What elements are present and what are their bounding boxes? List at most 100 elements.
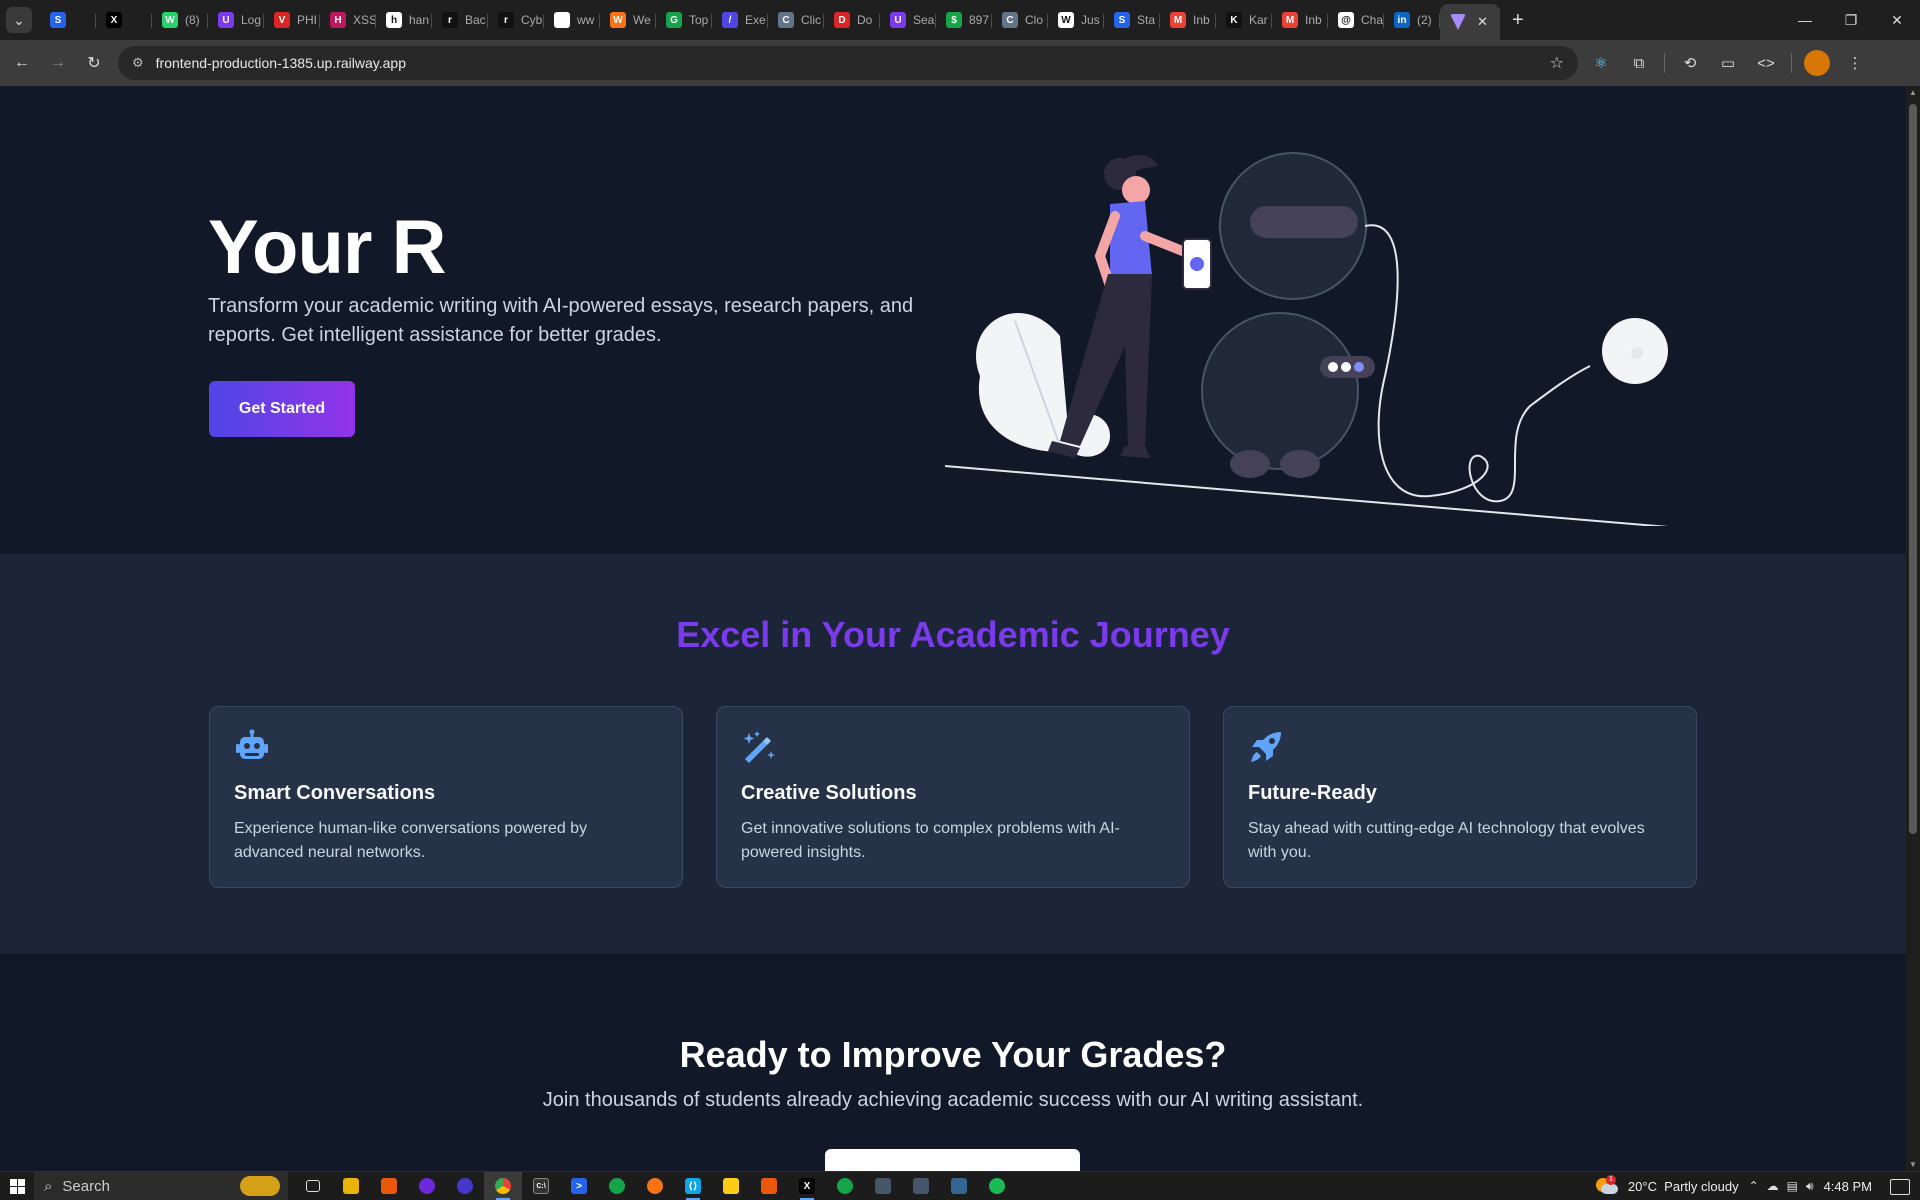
clock-time[interactable]: 4:48 PM <box>1824 1179 1872 1194</box>
reload-button[interactable]: ↻ <box>80 49 108 77</box>
powershell-icon[interactable]: > <box>560 1172 598 1200</box>
browser-tab[interactable]: r Bac <box>432 5 488 35</box>
tab-favicon-icon: r <box>442 12 458 28</box>
ssms-2-icon[interactable] <box>902 1172 940 1200</box>
magic-wand-icon <box>743 731 775 763</box>
weather-text[interactable]: 20°C Partly cloudy <box>1628 1179 1739 1194</box>
browser-tab[interactable]: W Jus <box>1048 5 1104 35</box>
browser-tab[interactable]: G Top <box>656 5 712 35</box>
notifications-icon[interactable] <box>1890 1178 1910 1195</box>
tab-favicon-icon: r <box>498 12 514 28</box>
browser-tab[interactable]: H XSS <box>320 5 376 35</box>
history-icon[interactable]: ⟲ <box>1677 50 1703 76</box>
network-icon[interactable]: ▤ <box>1787 1179 1798 1194</box>
browser-tab[interactable]: @ Cha <box>1328 5 1384 35</box>
hero-title: Your R <box>208 205 446 290</box>
tab-close-icon[interactable]: ✕ <box>1477 14 1488 30</box>
tab-search-button[interactable]: ⌄ <box>6 7 32 33</box>
app-db-icon[interactable] <box>826 1172 864 1200</box>
browser-tab[interactable]: W We <box>600 5 656 35</box>
windows-logo-icon <box>9 1178 25 1194</box>
browser-tab[interactable]: in (2) <box>1384 5 1440 35</box>
file-explorer-icon[interactable] <box>332 1172 370 1200</box>
forward-button[interactable]: → <box>44 49 72 77</box>
chrome-icon[interactable] <box>484 1171 522 1200</box>
hero-subtitle: Transform your academic writing with AI-… <box>208 295 914 346</box>
reading-mode-icon[interactable]: ▭ <box>1715 50 1741 76</box>
address-bar[interactable]: ⚙ frontend-production-1385.up.railway.ap… <box>118 46 1578 80</box>
app-green-icon[interactable] <box>598 1172 636 1200</box>
app-orange-icon[interactable] <box>370 1172 408 1200</box>
tab-title: Top <box>689 13 709 27</box>
github-desktop-icon[interactable] <box>408 1172 446 1200</box>
app-square-icon[interactable] <box>750 1172 788 1200</box>
browser-tab[interactable]: U Sea <box>880 5 936 35</box>
weather-icon[interactable]: 1 <box>1595 1174 1618 1196</box>
scrollbar-thumb[interactable] <box>1909 104 1917 834</box>
tab-title: Clic <box>801 13 821 27</box>
volume-icon[interactable]: 🔊︎ <box>1806 1179 1814 1194</box>
browser-tab[interactable]: r Cyb <box>488 5 544 35</box>
x-app-icon[interactable]: X <box>788 1172 826 1200</box>
site-info-icon[interactable]: ⚙ <box>132 55 144 71</box>
taskbar-search-box[interactable]: ⌕ Search <box>34 1171 288 1200</box>
close-window-button[interactable]: ✕ <box>1874 0 1920 40</box>
show-hidden-icons-chevron-icon[interactable]: ⌃ <box>1749 1179 1759 1194</box>
browser-tab[interactable]: D Do <box>824 5 880 35</box>
browser-tab[interactable]: S Sta <box>1104 5 1160 35</box>
tab-favicon-icon: C <box>1002 12 1018 28</box>
scroll-up-arrow-icon[interactable]: ▲ <box>1909 88 1917 97</box>
notes-icon[interactable] <box>712 1172 750 1200</box>
browser-tab[interactable]: $897 <box>936 5 992 35</box>
browser-tab[interactable]: C Clo <box>992 5 1048 35</box>
browser-tab[interactable]: W (8) <box>152 5 208 35</box>
react-devtools-icon[interactable]: ⚛ <box>1588 50 1614 76</box>
browser-tab[interactable]: h han <box>376 5 432 35</box>
spotify-icon[interactable] <box>978 1172 1016 1200</box>
postgres-icon[interactable] <box>940 1172 978 1200</box>
restore-button[interactable]: ❐ <box>1828 0 1874 40</box>
browser-tab[interactable]: M Inb <box>1272 5 1328 35</box>
devtools-code-icon[interactable]: <> <box>1753 50 1779 76</box>
new-tab-button[interactable]: + <box>1512 9 1524 32</box>
browser-tab[interactable]: M Inb <box>1160 5 1216 35</box>
tab-favicon-icon: X <box>106 12 122 28</box>
menu-kebab-icon[interactable]: ⋮ <box>1842 50 1868 76</box>
get-started-button[interactable]: Get Started <box>209 381 355 437</box>
browser-tab[interactable]: S <box>40 5 96 35</box>
browser-tab[interactable]: / Exe <box>712 5 768 35</box>
card-title: Future-Ready <box>1248 782 1377 804</box>
browser-tab[interactable]: X <box>96 5 152 35</box>
profile-avatar[interactable] <box>1804 50 1830 76</box>
app-purple-icon[interactable] <box>446 1172 484 1200</box>
browser-tab[interactable]: U Log <box>208 5 264 35</box>
page-scrollbar[interactable]: ▲ ▼ <box>1906 86 1920 1171</box>
taskbar-apps: C:\ > ⟨⟩ X <box>294 1171 1016 1200</box>
browser-tab-active[interactable]: ✕ <box>1440 4 1500 40</box>
minimize-button[interactable]: — <box>1782 0 1828 40</box>
app-red-orange-icon[interactable] <box>636 1172 674 1200</box>
tab-title: Log <box>241 13 262 27</box>
tab-title: Cha <box>1361 13 1383 27</box>
tab-favicon-icon: $ <box>946 12 962 28</box>
scroll-down-arrow-icon[interactable]: ▼ <box>1909 1160 1917 1169</box>
extensions-puzzle-icon[interactable]: ⧉ <box>1626 50 1652 76</box>
browser-tab[interactable]: K Kar <box>1216 5 1272 35</box>
task-view-icon[interactable] <box>294 1172 332 1200</box>
system-tray: 1 20°C Partly cloudy ⌃ ☁ ▤ 🔊︎ 4:48 PM <box>1595 1172 1920 1200</box>
hero-section: Your R Transform your academic writing w… <box>0 86 1906 554</box>
tab-title: Cyb <box>521 13 543 27</box>
browser-tab[interactable]: V PHI <box>264 5 320 35</box>
bookmark-star-icon[interactable]: ☆ <box>1550 53 1564 73</box>
tab-title: Sea <box>913 13 935 27</box>
start-button[interactable] <box>0 1172 34 1200</box>
terminal-icon[interactable]: C:\ <box>522 1172 560 1200</box>
tab-title: Exe <box>745 13 766 27</box>
onedrive-icon[interactable]: ☁ <box>1767 1179 1779 1194</box>
cta-button[interactable] <box>825 1149 1080 1171</box>
browser-tab[interactable]: C Clic <box>768 5 824 35</box>
browser-tab[interactable]: ww <box>544 5 600 35</box>
ssms-icon[interactable] <box>864 1172 902 1200</box>
back-button[interactable]: ← <box>8 49 36 77</box>
vscode-icon[interactable]: ⟨⟩ <box>674 1172 712 1200</box>
